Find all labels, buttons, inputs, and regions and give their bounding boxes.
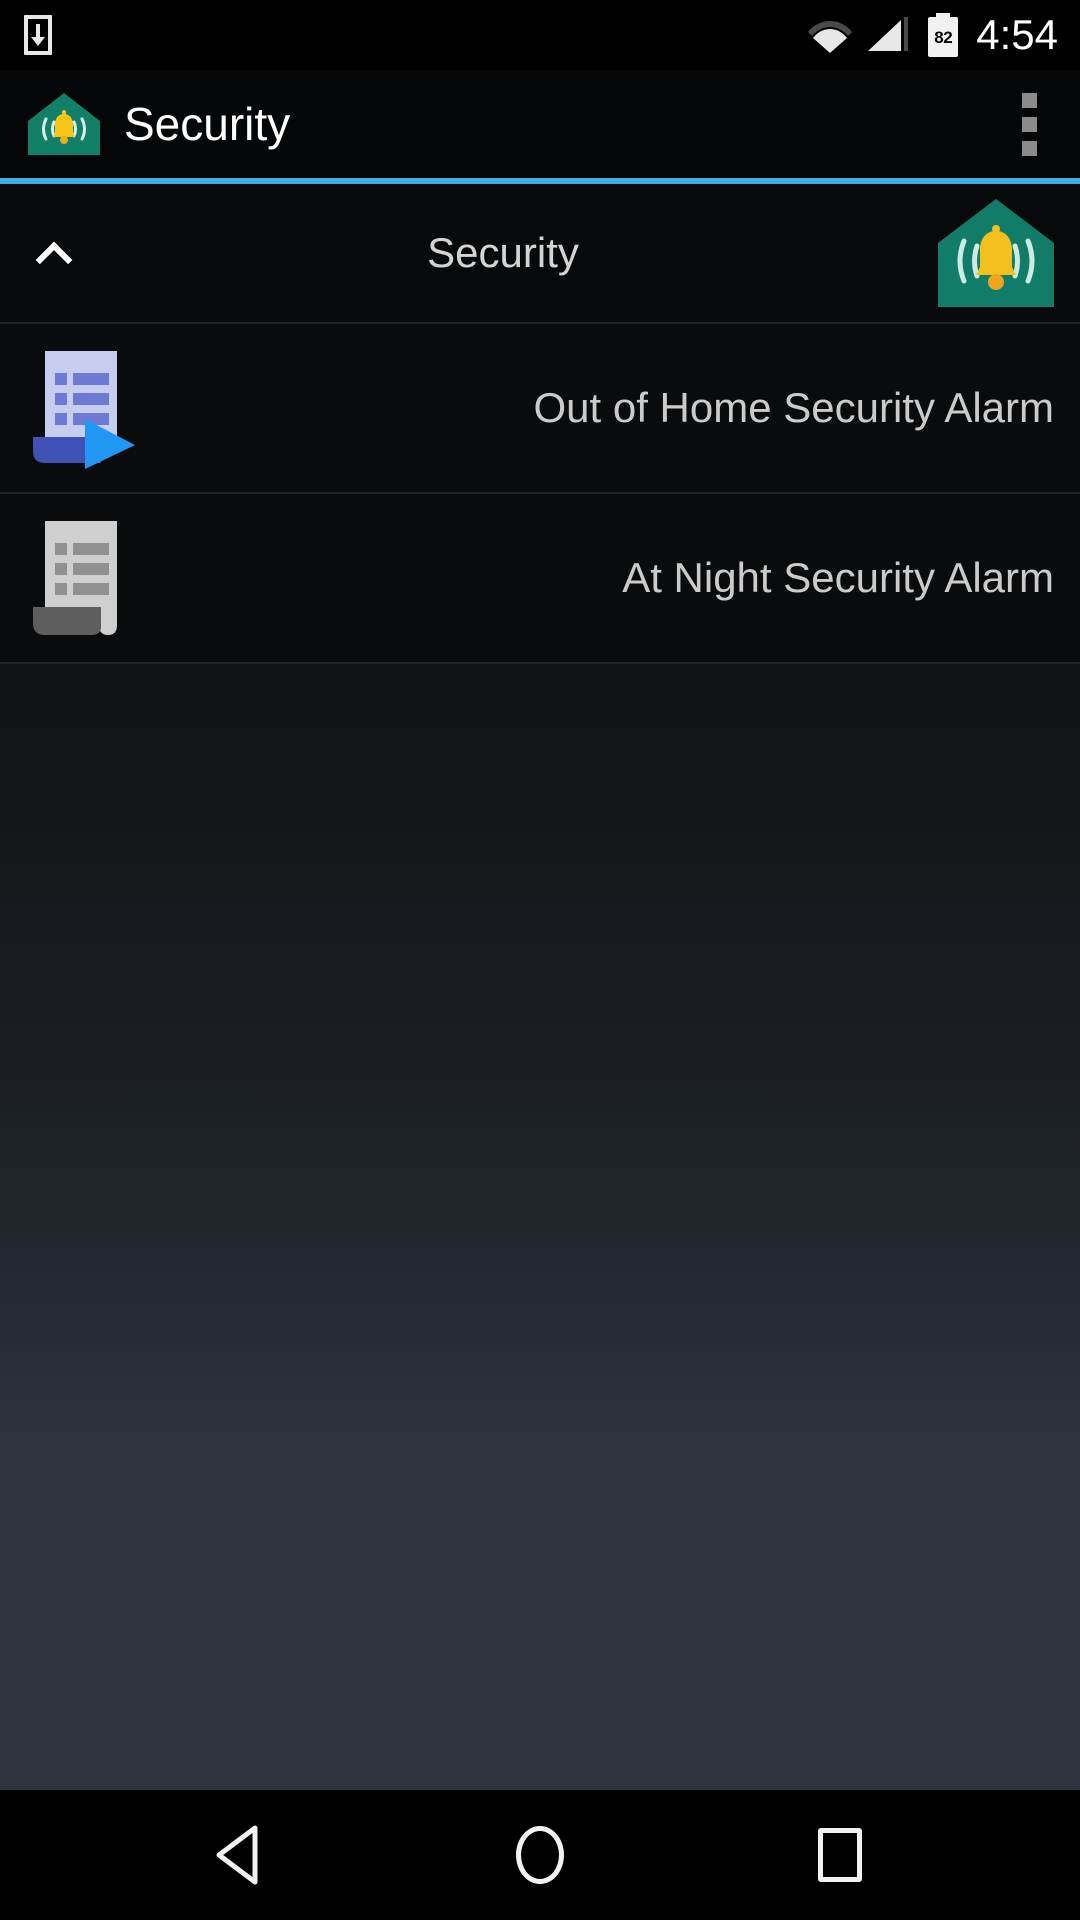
home-circle-icon bbox=[516, 1826, 564, 1884]
app-bar: Security bbox=[0, 70, 1080, 178]
battery-icon: 82 bbox=[928, 13, 959, 57]
home-alarm-icon bbox=[28, 93, 100, 155]
macro-document-icon bbox=[33, 521, 117, 635]
list-item-icon-wrap bbox=[0, 347, 170, 469]
group-title: Security bbox=[427, 229, 579, 276]
back-triangle-icon bbox=[216, 1825, 258, 1885]
status-bar-left bbox=[24, 15, 52, 55]
list-item[interactable]: Out of Home Security Alarm bbox=[0, 324, 1080, 494]
content-area: Security Out of Home Security Alarm At N… bbox=[0, 184, 1080, 1790]
group-header-security[interactable]: Security bbox=[0, 184, 1080, 324]
phone-screen: 82 4:54 Security Security Out of Home Se… bbox=[0, 0, 1080, 1920]
playable-macro-document-icon bbox=[33, 351, 135, 469]
overflow-dot bbox=[1021, 116, 1037, 132]
download-icon bbox=[24, 15, 52, 55]
status-bar: 82 4:54 bbox=[0, 0, 1080, 70]
list-item-label: At Night Security Alarm bbox=[622, 553, 1054, 601]
home-alarm-icon bbox=[938, 199, 1054, 307]
navigation-bar bbox=[0, 1790, 1080, 1920]
status-bar-clock: 4:54 bbox=[976, 11, 1058, 58]
app-title: Security bbox=[124, 98, 291, 150]
overflow-dot bbox=[1021, 140, 1037, 156]
overflow-menu-button[interactable] bbox=[1004, 84, 1054, 164]
chevron-up-icon bbox=[36, 234, 74, 272]
wifi-icon bbox=[808, 21, 853, 53]
status-bar-right: 82 4:54 bbox=[808, 13, 1058, 57]
recents-square-icon bbox=[818, 1828, 862, 1882]
list-item[interactable]: At Night Security Alarm bbox=[0, 494, 1080, 664]
nav-home-button[interactable] bbox=[480, 1790, 600, 1920]
list-item-label: Out of Home Security Alarm bbox=[533, 383, 1054, 431]
cellular-signal-icon bbox=[868, 17, 909, 51]
nav-recents-button[interactable] bbox=[780, 1790, 900, 1920]
overflow-dot bbox=[1021, 92, 1037, 108]
list-item-icon-wrap bbox=[0, 517, 170, 639]
nav-back-button[interactable] bbox=[180, 1790, 300, 1920]
battery-level-text: 82 bbox=[934, 27, 953, 47]
